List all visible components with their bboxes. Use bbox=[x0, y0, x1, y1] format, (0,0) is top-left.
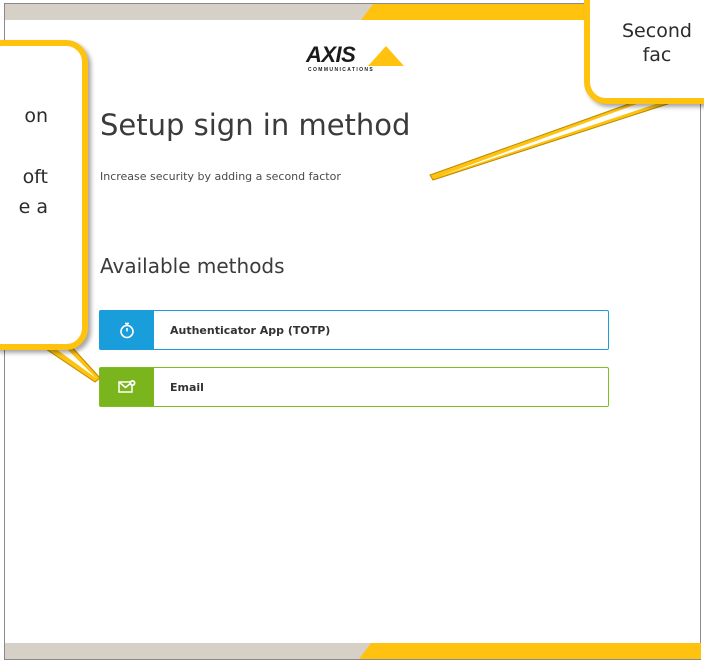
callout-left: on oft e a bbox=[0, 40, 88, 350]
callout-right-text: Second fac bbox=[622, 20, 692, 67]
callout-right: Second fac bbox=[584, 0, 704, 104]
callout-left-text: on oft e a bbox=[18, 105, 48, 219]
